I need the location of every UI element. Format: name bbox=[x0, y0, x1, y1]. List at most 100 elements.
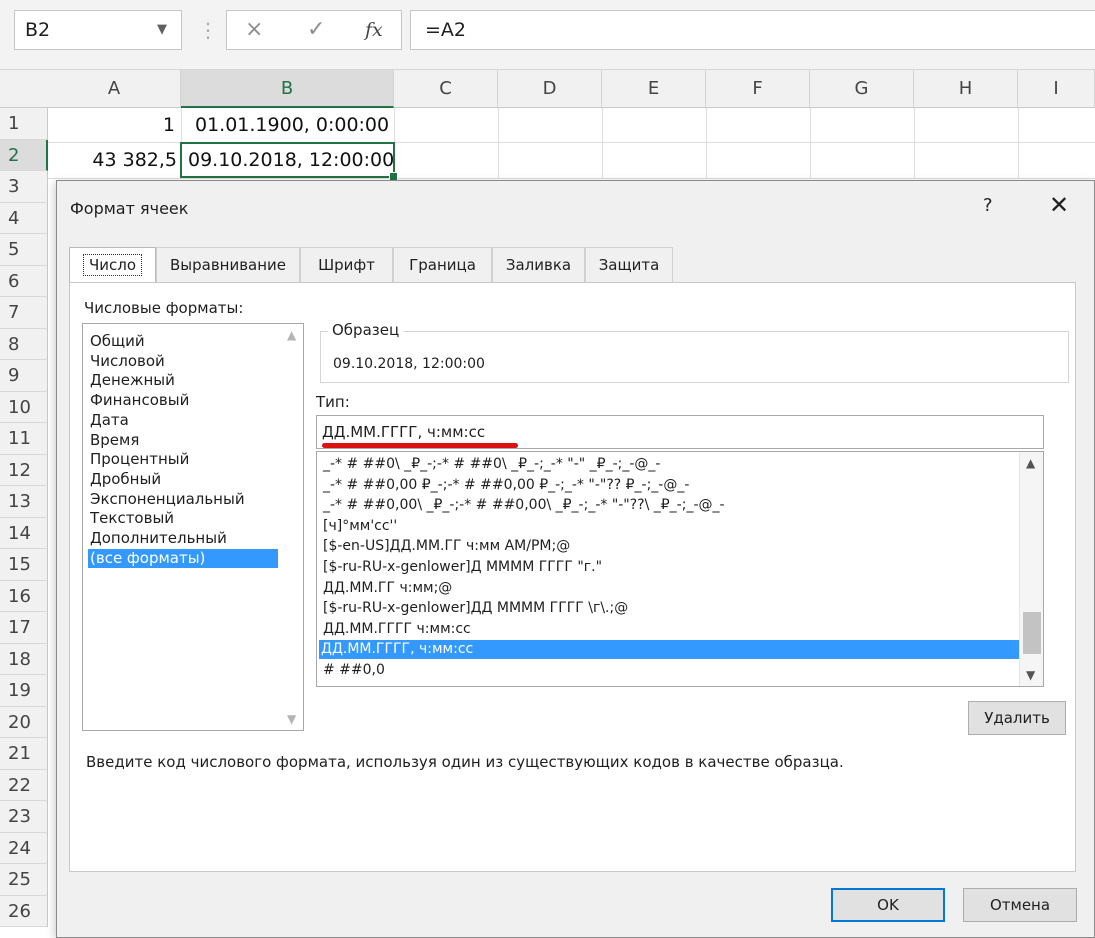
column-header-e[interactable]: E bbox=[602, 70, 706, 108]
format-code-item[interactable]: [$-en-US]ДД.ММ.ГГ ч:мм AM/PM;@ bbox=[321, 537, 1037, 556]
dialog-title: Формат ячеек bbox=[70, 199, 189, 218]
column-header-f[interactable]: F bbox=[706, 70, 810, 108]
cancel-button[interactable]: Отмена bbox=[963, 888, 1077, 922]
grid-line bbox=[602, 108, 603, 178]
tab-fill[interactable]: Заливка bbox=[492, 247, 585, 283]
format-code-list[interactable]: _-* # ##0\ _₽_-;-* # ##0\ _₽_-;_-* "-" _… bbox=[316, 451, 1044, 687]
tab-border[interactable]: Граница bbox=[393, 247, 492, 283]
category-item[interactable]: (все форматы) bbox=[88, 548, 278, 568]
name-box[interactable]: B2 ▼ bbox=[14, 10, 182, 50]
categories-label: Числовые форматы: bbox=[84, 299, 244, 317]
row-header-17[interactable]: 17 bbox=[0, 612, 48, 644]
row-header-21[interactable]: 21 bbox=[0, 738, 48, 770]
scrollbar-thumb[interactable] bbox=[1023, 612, 1041, 654]
category-item[interactable]: Время bbox=[88, 431, 278, 450]
tab-alignment[interactable]: Выравнивание bbox=[156, 247, 300, 283]
row-header-20[interactable]: 20 bbox=[0, 707, 48, 738]
format-list-scrollbar[interactable]: ▲ ▼ bbox=[1019, 452, 1043, 686]
chevron-down-icon[interactable]: ▼ bbox=[287, 712, 296, 726]
sample-box: 09.10.2018, 12:00:00 bbox=[320, 331, 1069, 383]
column-header-b[interactable]: B bbox=[181, 70, 394, 108]
column-header-i[interactable]: I bbox=[1018, 70, 1095, 108]
row-header-11[interactable]: 11 bbox=[0, 423, 48, 455]
category-item[interactable]: Процентный bbox=[88, 450, 278, 469]
formula-buttons: × ✓ fx bbox=[226, 10, 402, 50]
row-header-16[interactable]: 16 bbox=[0, 581, 48, 612]
row-header-14[interactable]: 14 bbox=[0, 518, 48, 549]
category-list[interactable]: Общий Числовой Денежный Финансовый Дата Время… bbox=[82, 323, 304, 731]
tab-protection[interactable]: Защита bbox=[585, 247, 673, 283]
format-code-item[interactable]: ДД.ММ.ГГГГ ч:мм:сс bbox=[321, 620, 1037, 639]
row-header-25[interactable]: 25 bbox=[0, 864, 48, 896]
help-icon[interactable]: ? bbox=[983, 195, 993, 216]
category-item[interactable]: Финансовый bbox=[88, 391, 278, 410]
cancel-icon[interactable]: × bbox=[245, 11, 263, 49]
sample-label: Образец bbox=[328, 321, 404, 339]
tab-font[interactable]: Шрифт bbox=[300, 247, 393, 283]
category-item[interactable]: Дата bbox=[88, 411, 278, 430]
highlight-underline bbox=[322, 443, 518, 448]
format-code-item[interactable]: _-* # ##0\ _₽_-;-* # ##0\ _₽_-;_-* "-" _… bbox=[321, 455, 1037, 474]
category-item[interactable]: Текстовый bbox=[88, 509, 278, 528]
grid-line bbox=[810, 108, 811, 178]
hint-text: Введите код числового формата, используя… bbox=[86, 753, 844, 771]
drag-handle-icon[interactable]: ⋮ bbox=[198, 17, 218, 43]
row-header-1[interactable]: 1 bbox=[0, 108, 48, 140]
row-header-26[interactable]: 26 bbox=[0, 896, 48, 927]
cell-b1[interactable]: 01.01.1900, 0:00:00 bbox=[195, 114, 389, 136]
format-code-item[interactable]: [$-ru-RU-x-genlower]ДД ММММ ГГГГ \г\.;@ bbox=[321, 599, 1037, 618]
row-header-7[interactable]: 7 bbox=[0, 297, 48, 329]
cell-a2[interactable]: 43 382,5 bbox=[92, 149, 177, 171]
row-header-22[interactable]: 22 bbox=[0, 770, 48, 801]
category-item[interactable]: Дробный bbox=[88, 470, 278, 489]
cell-a1[interactable]: 1 bbox=[163, 114, 175, 136]
chevron-down-icon[interactable]: ▼ bbox=[157, 11, 167, 49]
row-header-8[interactable]: 8 bbox=[0, 329, 48, 360]
row-header-15[interactable]: 15 bbox=[0, 549, 48, 581]
delete-button[interactable]: Удалить bbox=[968, 701, 1066, 735]
column-header-c[interactable]: C bbox=[394, 70, 498, 108]
category-item[interactable]: Общий bbox=[88, 332, 278, 351]
column-header-g[interactable]: G bbox=[810, 70, 914, 108]
row-header-6[interactable]: 6 bbox=[0, 266, 48, 297]
category-item[interactable]: Дополнительный bbox=[88, 529, 278, 548]
row-header-9[interactable]: 9 bbox=[0, 360, 48, 392]
row-header-3[interactable]: 3 bbox=[0, 171, 48, 203]
insert-function-icon[interactable]: fx bbox=[365, 11, 383, 49]
format-code-item[interactable]: ДД.ММ.ГГГГ, ч:мм:сс bbox=[319, 640, 1037, 660]
formula-input[interactable]: =A2 bbox=[410, 10, 1095, 50]
row-header-5[interactable]: 5 bbox=[0, 234, 48, 266]
enter-icon[interactable]: ✓ bbox=[307, 11, 325, 49]
row-header-24[interactable]: 24 bbox=[0, 833, 48, 864]
category-item[interactable]: Экспоненциальный bbox=[88, 490, 278, 509]
format-code-item[interactable]: _-* # ##0,00 ₽_-;-* # ##0,00 ₽_-;_-* "-"… bbox=[321, 476, 1037, 495]
row-header-10[interactable]: 10 bbox=[0, 392, 48, 423]
row-header-13[interactable]: 13 bbox=[0, 486, 48, 518]
row-header-12[interactable]: 12 bbox=[0, 455, 48, 486]
column-header-d[interactable]: D bbox=[498, 70, 602, 108]
format-code-item[interactable]: [ч]°мм'сс'' bbox=[321, 517, 1037, 536]
grid-line bbox=[1018, 108, 1019, 178]
ok-button[interactable]: OK bbox=[831, 888, 945, 922]
column-header-a[interactable]: A bbox=[48, 70, 181, 108]
row-header-19[interactable]: 19 bbox=[0, 675, 48, 707]
tab-number[interactable]: Число bbox=[69, 247, 156, 285]
row-header-4[interactable]: 4 bbox=[0, 203, 48, 234]
formula-bar: B2 ▼ ⋮ × ✓ fx =A2 bbox=[0, 0, 1095, 70]
category-item[interactable]: Денежный bbox=[88, 371, 278, 390]
format-code-item[interactable]: # ##0,0 bbox=[321, 661, 1037, 680]
chevron-up-icon[interactable]: ▲ bbox=[1026, 456, 1035, 470]
row-header-23[interactable]: 23 bbox=[0, 801, 48, 833]
format-code-item[interactable]: _-* # ##0,00\ _₽_-;-* # ##0,00\ _₽_-;_-*… bbox=[321, 496, 1037, 515]
chevron-up-icon[interactable]: ▲ bbox=[287, 328, 296, 342]
column-header-h[interactable]: H bbox=[914, 70, 1018, 108]
category-item[interactable]: Числовой bbox=[88, 352, 278, 371]
format-code-item[interactable]: [$-ru-RU-x-genlower]Д ММММ ГГГГ "г." bbox=[321, 558, 1037, 577]
number-tab-panel: Числовые форматы: Общий Числовой Денежный Ф… bbox=[69, 282, 1076, 872]
row-header-2[interactable]: 2 bbox=[0, 140, 48, 171]
row-header-18[interactable]: 18 bbox=[0, 644, 48, 675]
chevron-down-icon[interactable]: ▼ bbox=[1026, 668, 1035, 682]
category-scrollbar[interactable]: ▲ ▼ bbox=[283, 324, 303, 730]
format-code-item[interactable]: ДД.ММ.ГГ ч:мм;@ bbox=[321, 579, 1037, 598]
close-icon[interactable]: ✕ bbox=[1049, 191, 1069, 219]
